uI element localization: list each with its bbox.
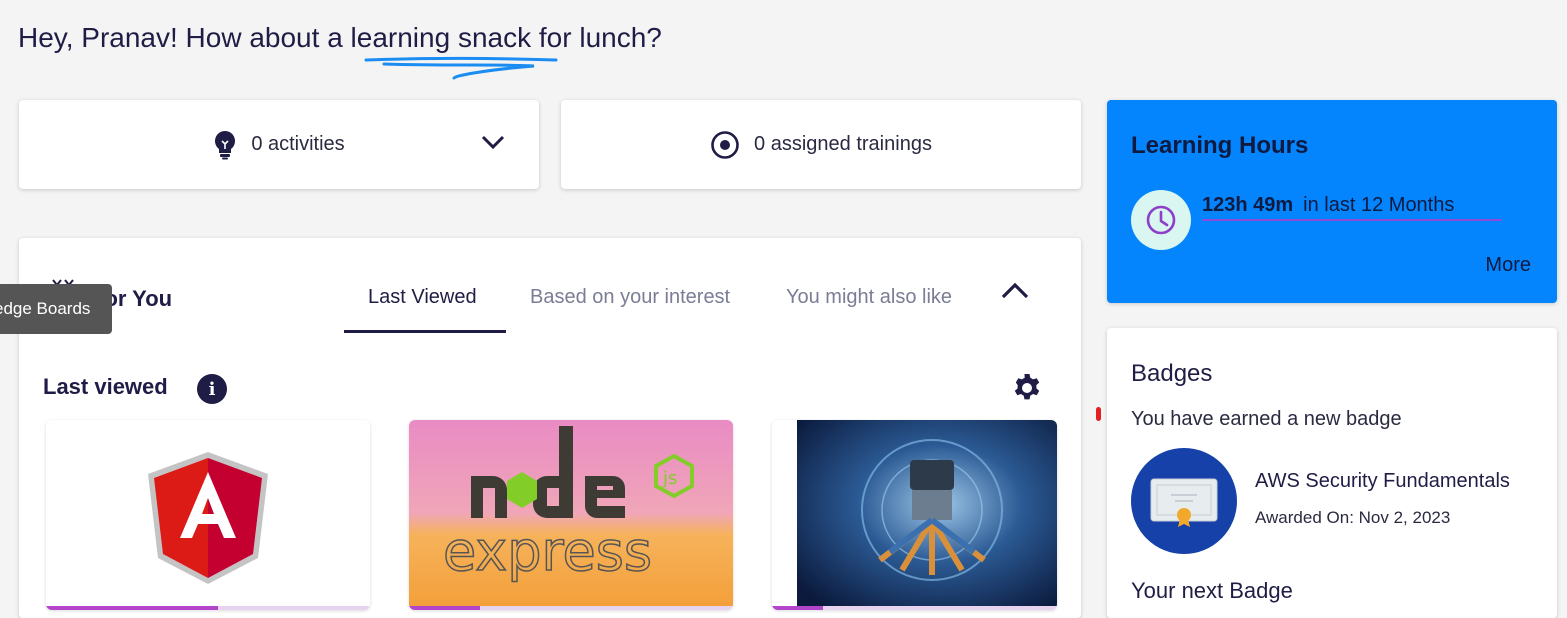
greeting-suffix: for lunch?: [531, 22, 662, 53]
info-icon[interactable]: i: [197, 374, 227, 404]
underline-squiggle: [364, 57, 558, 80]
angular-logo-icon: [46, 420, 370, 606]
learning-hours-card: Learning Hours 123h 49m in last 12 Months…: [1107, 100, 1557, 303]
course-tile-node-express[interactable]: js express: [409, 420, 733, 610]
badge-name[interactable]: AWS Security Fundamentals: [1255, 470, 1510, 493]
greeting-prefix: Hey, Pranav! How about a: [18, 22, 351, 53]
tab-you-might-like[interactable]: You might also like: [786, 286, 952, 309]
gear-icon[interactable]: [1011, 372, 1043, 404]
assigned-trainings-card[interactable]: 0 assigned trainings: [561, 100, 1081, 189]
chevron-up-icon[interactable]: [1001, 282, 1029, 300]
nodejs-express-logo-icon: js express: [409, 420, 733, 606]
tab-based-on-interest[interactable]: Based on your interest: [530, 286, 730, 309]
svg-text:js: js: [662, 468, 677, 489]
badges-subtitle: You have earned a new badge: [1131, 408, 1402, 430]
badges-card: Badges You have earned a new badge AWS S…: [1107, 328, 1557, 618]
active-tab-indicator: [344, 330, 506, 333]
target-icon: [710, 130, 740, 160]
certificate-badge-icon[interactable]: [1131, 448, 1237, 554]
activities-label: 0 activities: [251, 133, 345, 155]
svg-text:express: express: [443, 520, 652, 583]
badge-awarded-date: Awarded On: Nov 2, 2023: [1255, 508, 1451, 527]
tab-last-viewed[interactable]: Last Viewed: [368, 286, 477, 309]
clock-icon: [1131, 190, 1191, 250]
progress-bar: [409, 606, 481, 610]
assigned-trainings-label: 0 assigned trainings: [754, 133, 932, 155]
lightbulb-icon: [213, 130, 237, 160]
tooltip-text: edge Boards: [0, 299, 91, 318]
greeting: Hey, Pranav! How about a learning snack …: [18, 22, 662, 54]
cursor-mark: [1096, 407, 1101, 421]
tooltip: edge Boards: [0, 284, 112, 334]
course-tile-aws[interactable]: [772, 420, 1057, 610]
greeting-highlight: learning snack: [350, 22, 532, 53]
for-you-panel: For You Last Viewed Based on your intere…: [19, 238, 1081, 618]
activities-card[interactable]: 0 activities: [19, 100, 539, 189]
badges-title: Badges: [1131, 360, 1213, 387]
progress-bar: [772, 606, 824, 610]
cloud-server-image-icon: [772, 420, 1057, 606]
chevron-down-icon[interactable]: [481, 134, 505, 150]
next-badge-title: Your next Badge: [1131, 578, 1293, 603]
learning-hours-title: Learning Hours: [1131, 132, 1309, 159]
hours-period: in last 12 Months: [1303, 194, 1455, 216]
hours-value: 123h 49m: [1202, 194, 1294, 216]
more-link[interactable]: More: [1485, 254, 1531, 277]
last-viewed-title: Last viewed: [43, 374, 168, 399]
progress-bar: [46, 606, 218, 610]
course-tile-angular[interactable]: [46, 420, 370, 610]
learning-hours-value: 123h 49m in last 12 Months: [1202, 194, 1502, 221]
